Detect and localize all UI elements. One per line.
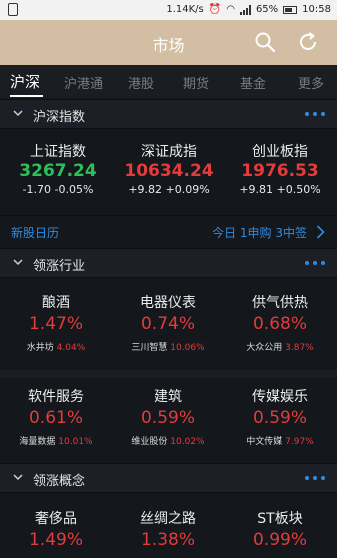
index-chinext[interactable]: 创业板指 1976.53 +9.81 +0.50%: [224, 141, 336, 201]
chevron-down-icon: [13, 259, 23, 266]
industry-item[interactable]: 软件服务 0.61% 海量数据 10.01%: [0, 386, 112, 448]
leading-stock: 大众公用 3.87%: [246, 343, 314, 353]
page-title: 市场: [152, 36, 185, 55]
title-bar: 市场: [0, 20, 337, 65]
industry-item[interactable]: 建筑 0.59% 维业股份 10.02%: [112, 386, 224, 448]
concept-name: 丝绸之路: [140, 511, 196, 527]
section-title: 领涨行业: [33, 259, 86, 274]
tab-funds[interactable]: 基金: [240, 73, 266, 92]
status-right: 1.14K/s ⏰ ◠ 65% 10:58: [166, 4, 331, 15]
signal-icon: [239, 4, 251, 15]
concept-name: ST板块: [257, 511, 303, 527]
tab-futures[interactable]: 期货: [183, 73, 209, 92]
section-title: 领涨概念: [33, 474, 86, 489]
tab-hk-stocks[interactable]: 港股: [128, 73, 154, 92]
index-value: 3267.24: [19, 161, 97, 181]
leading-stock: 三川智慧 10.06%: [131, 343, 205, 353]
index-change: -1.70 -0.05%: [22, 183, 94, 196]
clock-time: 10:58: [302, 4, 331, 15]
concept-section-header[interactable]: 领涨概念: [0, 463, 337, 493]
section-title: 沪深指数: [33, 110, 86, 125]
industry-item[interactable]: 供气供热 0.68% 大众公用 3.87%: [224, 292, 336, 354]
market-tabs: 沪深 沪港通 港股 期货 基金 更多: [0, 65, 337, 98]
leading-stock: 水井坊 4.04%: [26, 343, 86, 353]
index-change: +9.82 +0.09%: [128, 183, 210, 196]
index-value: 1976.53: [241, 161, 319, 181]
industry-item[interactable]: 酿酒 1.47% 水井坊 4.04%: [0, 292, 112, 354]
industry-name: 电器仪表: [140, 295, 196, 311]
industry-name: 供气供热: [252, 295, 308, 311]
active-tab-indicator: [10, 95, 43, 97]
index-shanghai[interactable]: 上证指数 3267.24 -1.70 -0.05%: [2, 141, 114, 201]
industry-pct: 0.74%: [140, 314, 195, 334]
leading-stock: 中文传媒 7.97%: [246, 437, 314, 447]
index-name: 创业板指: [252, 144, 308, 160]
battery-percent: 65%: [255, 4, 279, 15]
tab-hugangtong[interactable]: 沪港通: [64, 73, 103, 92]
industry-item[interactable]: 电器仪表 0.74% 三川智慧 10.06%: [112, 292, 224, 354]
chevron-down-icon: [13, 474, 23, 481]
search-icon[interactable]: [255, 32, 275, 52]
industry-item[interactable]: 传媒娱乐 0.59% 中文传媒 7.97%: [224, 386, 336, 448]
ipo-calendar-link[interactable]: 新股日历: [11, 224, 59, 241]
index-name: 上证指数: [30, 144, 86, 160]
index-value: 10634.24: [124, 161, 214, 181]
tab-hushen[interactable]: 沪深: [10, 71, 40, 92]
concept-item[interactable]: ST板块 0.99%: [224, 508, 336, 558]
index-shenzhen[interactable]: 深证成指 10634.24 +9.82 +0.09%: [113, 141, 225, 201]
leading-stock: 海量数据 10.01%: [19, 437, 93, 447]
industry-pct: 1.47%: [28, 314, 83, 334]
concept-name: 奢侈品: [35, 511, 77, 527]
ipo-today-info[interactable]: 今日 1申购 3中签: [212, 224, 307, 241]
refresh-icon[interactable]: [297, 31, 319, 53]
indices-section-header[interactable]: 沪深指数: [0, 99, 337, 129]
concept-pct: 1.49%: [28, 530, 83, 550]
concept-pct: 0.99%: [252, 530, 307, 550]
alarm-icon: ⏰: [208, 3, 222, 15]
chevron-right-icon[interactable]: [316, 225, 325, 239]
industry-name: 建筑: [154, 389, 182, 405]
status-bar: 1.14K/s ⏰ ◠ 65% 10:58: [0, 0, 337, 20]
industry-pct: 0.68%: [252, 314, 307, 334]
more-options-icon[interactable]: [305, 112, 325, 116]
tab-more[interactable]: 更多: [298, 73, 324, 92]
network-speed: 1.14K/s: [166, 4, 204, 15]
industry-name: 传媒娱乐: [252, 389, 308, 405]
more-options-icon[interactable]: [305, 261, 325, 265]
industry-name: 软件服务: [28, 389, 84, 405]
index-change: +9.81 +0.50%: [239, 183, 321, 196]
battery-icon: [283, 5, 298, 14]
leading-stock: 维业股份 10.02%: [131, 437, 205, 447]
industry-pct: 0.59%: [140, 408, 195, 428]
industry-section-header[interactable]: 领涨行业: [0, 248, 337, 278]
industry-name: 酿酒: [42, 295, 70, 311]
row-divider: [0, 370, 337, 378]
concept-pct: 1.38%: [140, 530, 195, 550]
industry-pct: 0.61%: [28, 408, 83, 428]
industry-pct: 0.59%: [252, 408, 307, 428]
wifi-icon: ◠: [226, 3, 235, 15]
more-options-icon[interactable]: [305, 476, 325, 480]
ipo-calendar-row[interactable]: 新股日历 今日 1申购 3中签: [0, 215, 337, 247]
concept-item[interactable]: 奢侈品 1.49%: [0, 508, 112, 558]
concept-item[interactable]: 丝绸之路 1.38%: [112, 508, 224, 558]
index-name: 深证成指: [141, 144, 197, 160]
chevron-down-icon: [13, 110, 23, 117]
notification-icon: [8, 3, 18, 16]
